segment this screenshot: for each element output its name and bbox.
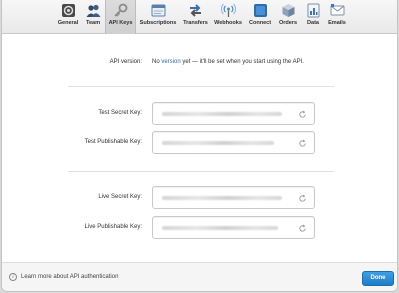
live-secret-key-field[interactable] [152, 186, 315, 209]
tab-data[interactable]: Data [304, 3, 322, 33]
tab-webhooks-label: Webhooks [214, 20, 242, 26]
test-secret-key-label: Test Secret Key: [98, 110, 142, 116]
data-icon [307, 3, 319, 18]
api-version-link[interactable]: version [161, 59, 180, 65]
api-version-suffix: yet — it'll be set when you start using … [182, 59, 304, 65]
tab-webhooks[interactable]: Webhooks [213, 3, 243, 33]
separator [68, 86, 334, 87]
tab-team-label: Team [86, 20, 100, 26]
webhooks-icon [220, 3, 236, 17]
transfers-icon [190, 4, 201, 17]
tab-api-keys-label: API Keys [108, 20, 133, 26]
subscriptions-icon [151, 4, 165, 17]
info-icon: i [9, 273, 17, 281]
tab-emails[interactable]: Emails [326, 3, 348, 33]
test-secret-key-field[interactable] [152, 102, 315, 125]
tab-orders-label: Orders [278, 20, 298, 26]
api-version-label: API version: [109, 59, 142, 65]
key-icon [114, 3, 128, 17]
tab-transfers[interactable]: Transfers [182, 3, 209, 33]
tab-emails-label: Emails [328, 20, 346, 26]
tab-general-label: General [57, 20, 79, 26]
tab-connect[interactable]: Connect [247, 3, 273, 33]
redacted-key-value [162, 112, 282, 116]
redacted-key-value [162, 226, 278, 230]
tab-api-keys[interactable]: API Keys [105, 0, 136, 34]
general-icon [61, 4, 75, 17]
live-publishable-key-label: Live Publishable Key: [84, 224, 142, 230]
tab-general[interactable]: General [55, 3, 81, 33]
roll-key-icon[interactable] [298, 110, 307, 119]
roll-key-icon[interactable] [298, 224, 307, 233]
live-publishable-key-field[interactable] [152, 216, 315, 239]
settings-dialog: General Team API Keys Subscriptions Tran… [1, 0, 398, 292]
api-version-value: No version yet — it'll be set when you s… [152, 59, 304, 65]
dialog-footer: i Learn more about API authentication Do… [2, 262, 397, 291]
api-version-prefix: No [152, 59, 160, 65]
emails-icon [330, 4, 344, 16]
learn-more-link[interactable]: Learn more about API authentication [21, 274, 118, 280]
test-publishable-key-label: Test Publishable Key: [84, 139, 142, 145]
tab-orders[interactable]: Orders [277, 3, 299, 33]
tab-data-label: Data [307, 20, 319, 26]
live-secret-key-label: Live Secret Key: [98, 194, 142, 200]
team-icon [86, 4, 100, 17]
orders-icon [282, 4, 294, 17]
done-button[interactable]: Done [362, 271, 394, 286]
roll-key-icon[interactable] [298, 194, 307, 203]
tab-transfers-label: Transfers [183, 20, 208, 26]
roll-key-icon[interactable] [298, 139, 307, 148]
tab-team[interactable]: Team [83, 3, 103, 33]
tab-connect-label: Connect [248, 20, 272, 26]
connect-icon [253, 4, 267, 17]
tab-subscriptions[interactable]: Subscriptions [139, 3, 177, 33]
redacted-key-value [162, 141, 274, 145]
separator [68, 171, 334, 172]
settings-toolbar: General Team API Keys Subscriptions Tran… [2, 0, 397, 34]
tab-subscriptions-label: Subscriptions [139, 20, 177, 26]
redacted-key-value [162, 196, 282, 200]
test-publishable-key-field[interactable] [152, 131, 315, 154]
